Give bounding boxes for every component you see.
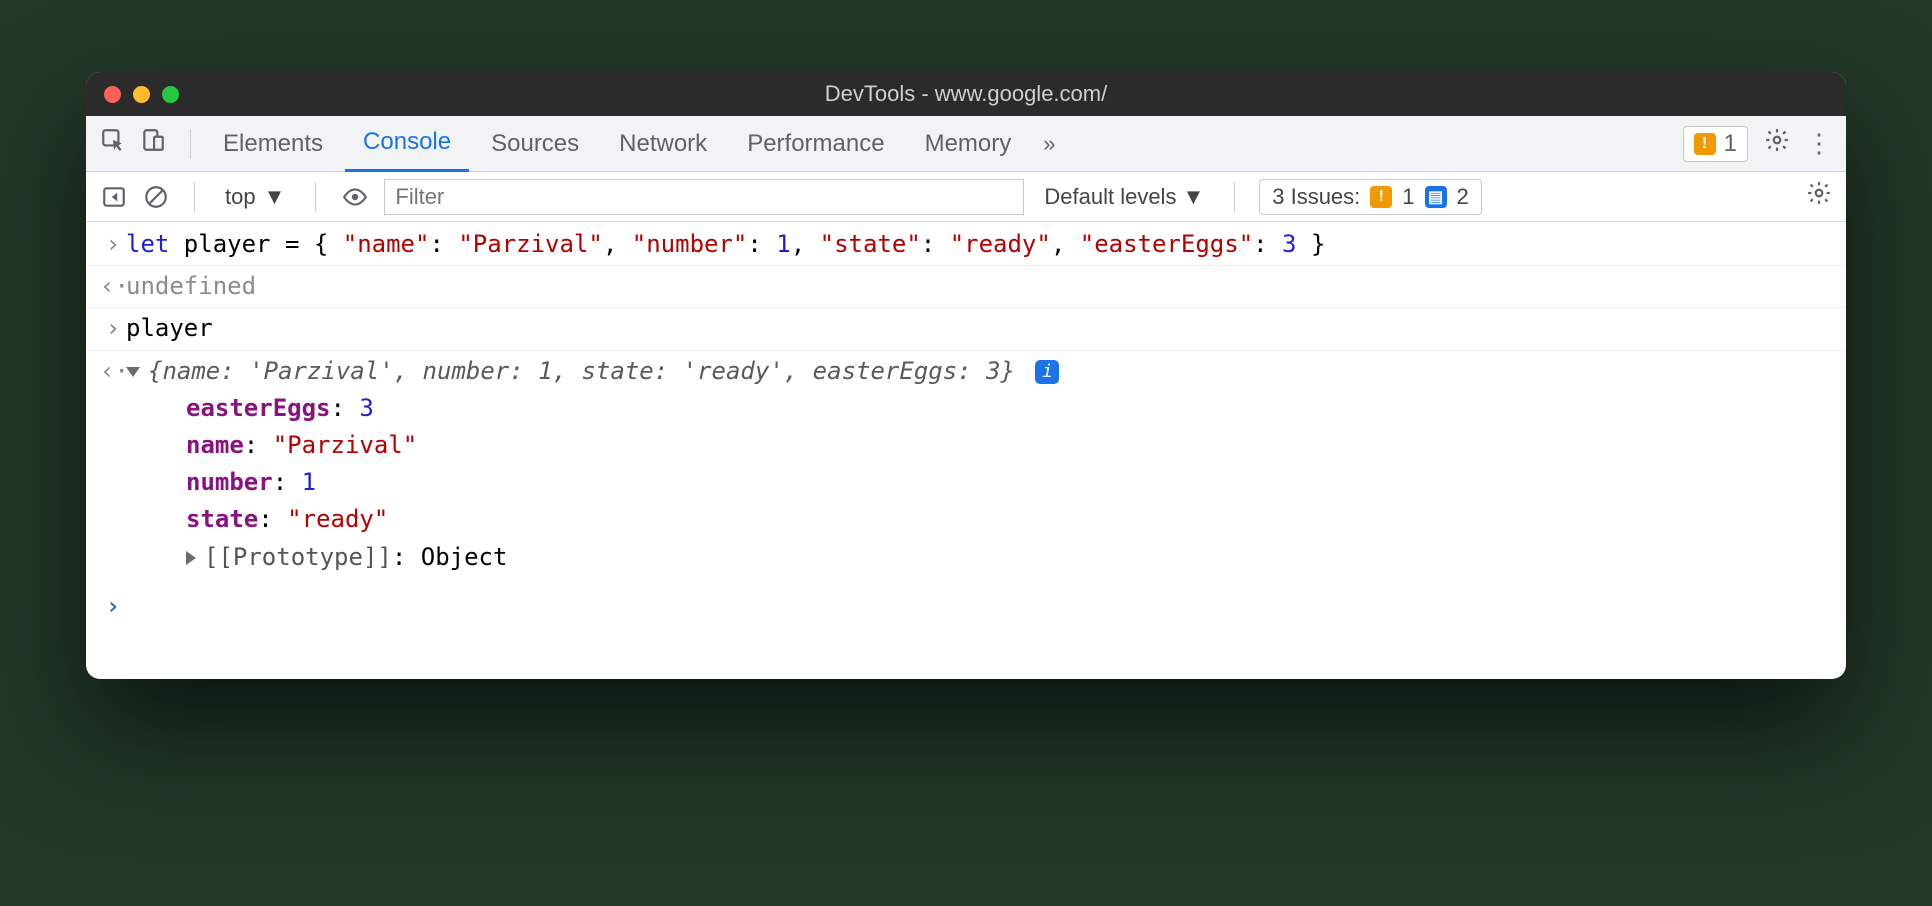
inspect-element-icon[interactable] — [100, 127, 126, 160]
kebab-menu-icon[interactable]: ⋮ — [1806, 128, 1832, 159]
live-expression-icon[interactable] — [340, 182, 370, 212]
more-tabs-icon[interactable]: » — [1033, 131, 1065, 157]
warnings-count: 1 — [1724, 130, 1737, 158]
code-text: } — [1297, 230, 1326, 258]
console-output-row: ‹· {name: 'Parzival', number: 1, state: … — [86, 351, 1846, 578]
tab-elements[interactable]: Elements — [205, 116, 341, 172]
issues-info-count: 2 — [1457, 184, 1469, 210]
tab-sources[interactable]: Sources — [473, 116, 597, 172]
object-property[interactable]: name: "Parzival" — [186, 427, 1832, 464]
device-toolbar-icon[interactable] — [140, 127, 166, 160]
code-text: player — [126, 310, 1832, 347]
code-string: "Parzival" — [458, 230, 603, 258]
tab-performance[interactable]: Performance — [729, 116, 902, 172]
issues-badge[interactable]: 3 Issues: ! 1 ▤ 2 — [1259, 179, 1482, 215]
prompt-icon: › — [100, 226, 126, 263]
context-selector[interactable]: top ▼ — [219, 184, 291, 210]
object-property[interactable]: state: "ready" — [186, 501, 1832, 538]
console-output: › let player = { "name": "Parzival", "nu… — [86, 222, 1846, 679]
warning-icon: ! — [1370, 186, 1392, 208]
code-key: "state" — [820, 230, 921, 258]
code-key: "name" — [343, 230, 430, 258]
filter-input[interactable] — [384, 179, 1024, 215]
console-input-row[interactable]: › let player = { "name": "Parzival", "nu… — [86, 224, 1846, 266]
return-icon: ‹· — [100, 268, 126, 305]
panel-tabbar: Elements Console Sources Network Perform… — [86, 116, 1846, 172]
log-levels-label: Default levels — [1044, 184, 1176, 210]
console-input-row[interactable]: › player — [86, 308, 1846, 350]
code-text: player = { — [169, 230, 342, 258]
chevron-down-icon: ▼ — [1182, 184, 1204, 210]
code-number: 3 — [1282, 230, 1296, 258]
divider — [1234, 182, 1235, 212]
code-key: "number" — [632, 230, 748, 258]
object-properties: easterEggs: 3 name: "Parzival" number: 1… — [126, 390, 1832, 576]
object-property[interactable]: easterEggs: 3 — [186, 390, 1832, 427]
object-prototype[interactable]: [[Prototype]]: Object — [186, 539, 1832, 576]
console-prompt[interactable]: › — [86, 578, 1846, 649]
titlebar: DevTools - www.google.com/ — [86, 72, 1846, 116]
prompt-icon: › — [100, 310, 126, 347]
console-sidebar-toggle-icon[interactable] — [100, 183, 128, 211]
context-label: top — [225, 184, 256, 210]
expand-toggle[interactable] — [186, 551, 196, 565]
devtools-window: DevTools - www.google.com/ Elements Cons… — [86, 72, 1846, 679]
clear-console-icon[interactable] — [142, 183, 170, 211]
object-summary[interactable]: {name: 'Parzival', number: 1, state: 're… — [148, 357, 1015, 385]
divider — [194, 182, 195, 212]
issues-label: 3 Issues: — [1272, 184, 1360, 210]
expand-toggle[interactable] — [126, 357, 148, 385]
object-property[interactable]: number: 1 — [186, 464, 1832, 501]
console-output-row: ‹· undefined — [86, 266, 1846, 308]
chevron-down-icon: ▼ — [264, 184, 286, 210]
info-icon[interactable]: i — [1035, 360, 1059, 384]
return-icon: ‹· — [100, 353, 126, 390]
output-undefined: undefined — [126, 272, 256, 300]
tab-memory[interactable]: Memory — [907, 116, 1030, 172]
tab-console[interactable]: Console — [345, 116, 469, 172]
window-title: DevTools - www.google.com/ — [86, 81, 1846, 107]
code-keyword: let — [126, 230, 169, 258]
log-levels-dropdown[interactable]: Default levels ▼ — [1038, 184, 1210, 210]
divider — [315, 182, 316, 212]
settings-icon[interactable] — [1764, 127, 1790, 160]
info-icon: ▤ — [1425, 186, 1447, 208]
code-number: 1 — [776, 230, 790, 258]
warnings-badge[interactable]: ! 1 — [1683, 126, 1748, 162]
warning-icon: ! — [1694, 133, 1716, 155]
console-toolbar: top ▼ Default levels ▼ 3 Issues: ! 1 ▤ 2 — [86, 172, 1846, 222]
issues-warn-count: 1 — [1402, 184, 1414, 210]
code-key: "easterEggs" — [1080, 230, 1253, 258]
code-string: "ready" — [950, 230, 1051, 258]
tab-network[interactable]: Network — [601, 116, 725, 172]
divider — [190, 129, 191, 159]
console-settings-icon[interactable] — [1806, 180, 1832, 213]
prompt-icon: › — [100, 588, 126, 625]
